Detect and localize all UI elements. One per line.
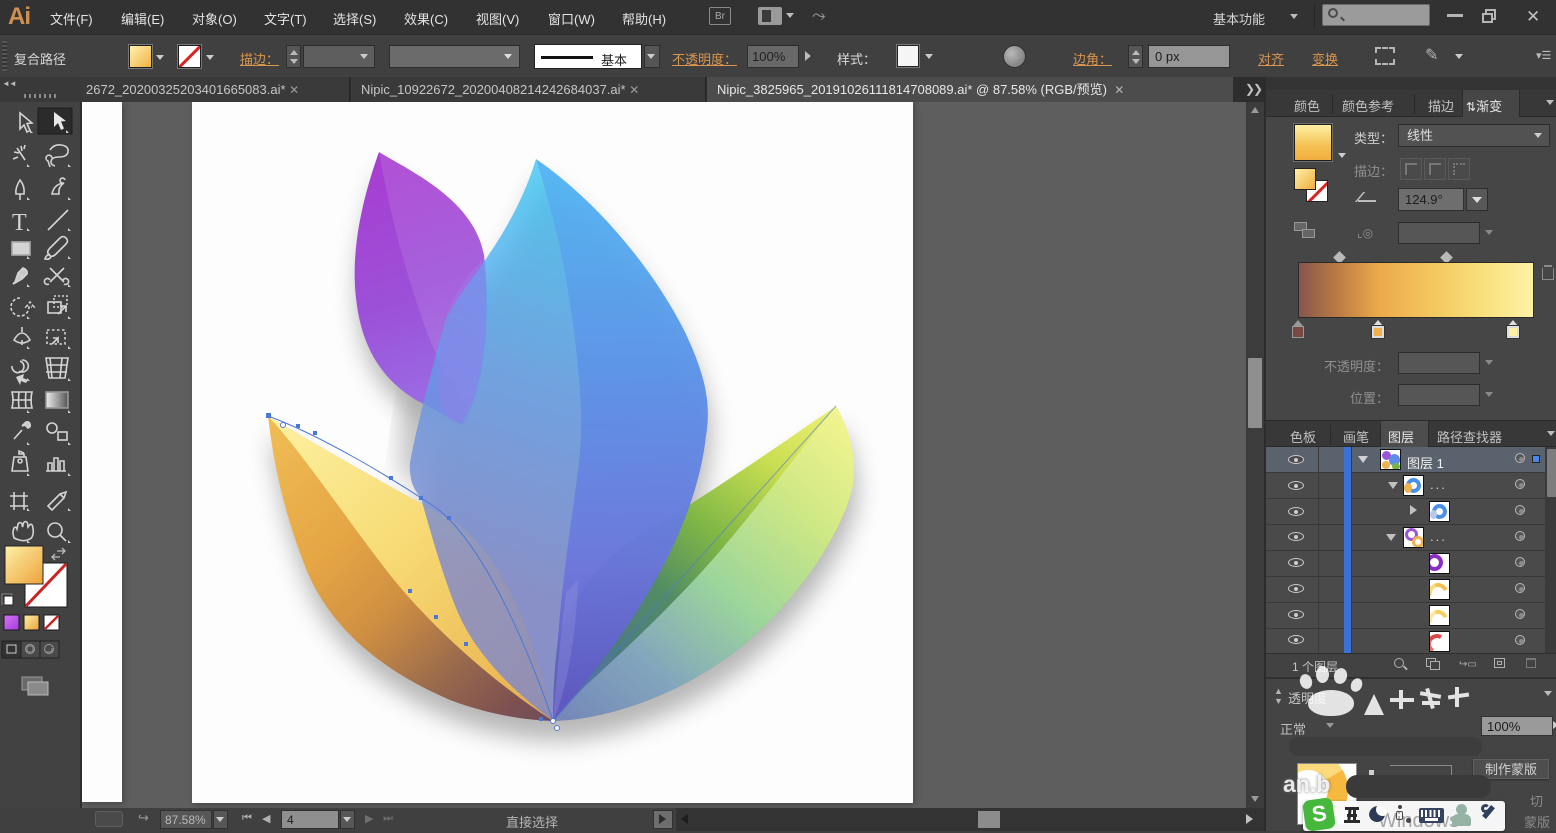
svg-text:T: T xyxy=(12,210,27,236)
